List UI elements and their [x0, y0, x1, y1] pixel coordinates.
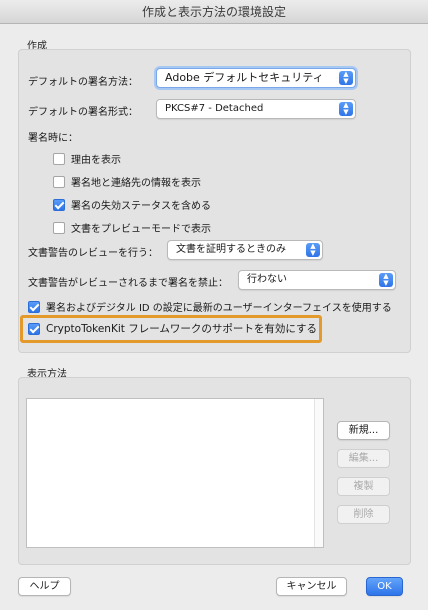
signing-format-value: PKCS#7 - Detached — [165, 103, 264, 114]
checkbox-icon — [53, 152, 65, 165]
review-warnings-value: 文書を証明するときのみ — [176, 244, 286, 255]
chevron-updown-icon: ▲ ▼ — [379, 273, 393, 287]
chevron-updown-icon: ▲ ▼ — [339, 102, 353, 116]
signing-method-label: デフォルトの署名方法： — [28, 77, 138, 88]
new-button[interactable]: 新規... — [337, 421, 390, 440]
signing-format-select[interactable]: PKCS#7 - Detached ▲ ▼ — [156, 99, 356, 119]
help-button[interactable]: ヘルプ — [18, 577, 71, 596]
appearance-list[interactable] — [26, 398, 324, 548]
list-scrollbar[interactable] — [314, 399, 323, 547]
checkmark-icon — [28, 300, 40, 313]
signing-method-select[interactable]: Adobe デフォルトセキュリティ ▲ ▼ — [156, 68, 356, 88]
window-title: 作成と表示方法の環境設定 — [0, 0, 428, 24]
delete-button[interactable]: 削除 — [337, 505, 390, 524]
duplicate-button[interactable]: 複製 — [337, 477, 390, 496]
ok-button[interactable]: OK — [366, 577, 403, 596]
signing-format-label: デフォルトの署名形式： — [28, 107, 138, 118]
preview-mode-checkbox[interactable]: 文書をプレビューモードで表示 — [53, 220, 211, 236]
latest-ui-checkbox[interactable]: 署名およびデジタル ID の設定に最新のユーザーインターフェイスを使用する — [28, 299, 392, 315]
cryptotokenkit-checkbox[interactable]: CryptoTokenKit フレームワークのサポートを有効にする — [28, 321, 317, 337]
prevent-signing-select[interactable]: 行わない ▲ ▼ — [238, 270, 396, 290]
checkmark-icon — [28, 322, 40, 335]
prevent-signing-label: 文書警告がレビューされるまで署名を禁止： — [28, 278, 228, 289]
review-warnings-select[interactable]: 文書を証明するときのみ ▲ ▼ — [167, 240, 323, 260]
checkmark-icon — [53, 198, 65, 211]
show-reason-checkbox[interactable]: 理由を表示 — [53, 151, 121, 167]
edit-button[interactable]: 編集... — [337, 449, 390, 468]
signing-method-value: Adobe デフォルトセキュリティ — [165, 71, 324, 84]
chevron-updown-icon: ▲ ▼ — [339, 71, 353, 85]
review-warnings-label: 文書警告のレビューを行う： — [28, 248, 158, 259]
cancel-button[interactable]: キャンセル — [276, 577, 347, 596]
show-location-checkbox[interactable]: 署名地と連絡先の情報を表示 — [53, 174, 201, 190]
checkbox-icon — [53, 221, 65, 234]
when-signing-label: 署名時に： — [28, 133, 78, 144]
prevent-signing-value: 行わない — [247, 274, 287, 285]
include-revocation-checkbox[interactable]: 署名の失効ステータスを含める — [53, 197, 211, 213]
checkbox-icon — [53, 175, 65, 188]
chevron-updown-icon: ▲ ▼ — [306, 243, 320, 257]
